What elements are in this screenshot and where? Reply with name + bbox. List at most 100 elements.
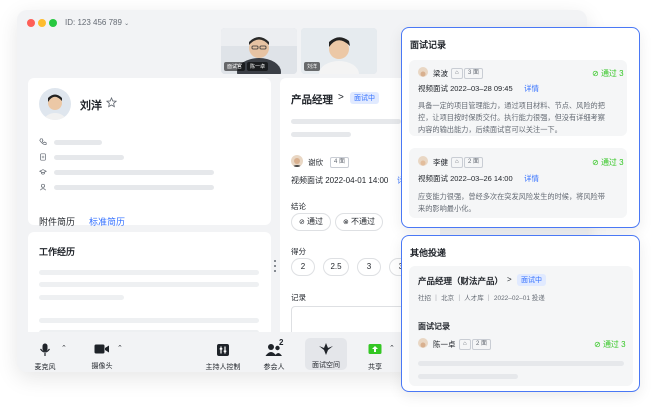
record-status: ⊘ 通过 3	[592, 157, 624, 168]
host-control-icon	[217, 344, 229, 356]
other-panel-title: 其他投递	[410, 248, 447, 258]
record-comment-line: 控，让项目按时保质交付。执行能力很强，但没有详细考察	[418, 113, 605, 122]
interview-record-card[interactable]: 李健 ⌂ 2 面 ⊘ 通过 3 视频面试 2022–03–26 14:00 详情…	[409, 148, 627, 218]
record-comment-line: 来的影响最小化。	[418, 204, 476, 213]
minimize-window-button[interactable]	[38, 19, 46, 27]
score-option-2[interactable]: 2	[291, 258, 315, 276]
candidate-profile-card: 刘洋 附件简历 标准简历	[28, 78, 271, 235]
check-circle-icon: ⊘	[594, 340, 601, 349]
record-time: 视频面试 2022–03–26 14:00	[418, 174, 513, 183]
participants-count: 2	[279, 338, 284, 347]
panel-resize-handle[interactable]	[274, 260, 277, 272]
eval-line-2	[291, 132, 351, 137]
tab-attached-resume[interactable]: 附件简历	[39, 215, 75, 228]
other-record-line-2	[418, 374, 518, 379]
other-record-status: ⊘ 通过 3	[594, 339, 626, 350]
work-experience-title: 工作经历	[39, 247, 76, 257]
score-option-3[interactable]: 3	[357, 258, 381, 276]
other-record-line-1	[418, 361, 624, 366]
graduation-cap-icon	[39, 169, 47, 175]
mic-button[interactable]: 麦克风	[33, 343, 57, 372]
record-comment-line: 应变能力很强，曾经多次在突发风险发生的时候，将风险带	[418, 192, 605, 201]
record-detail-link[interactable]: 详情	[524, 83, 539, 94]
fail-option-label: 不通过	[351, 217, 376, 226]
share-options-chevron-icon[interactable]: ⌃	[389, 344, 395, 352]
interview-records-panel: 面试记录 梁波 ⌂ 3 面 ⊘ 通过 3 视频面试 2022–03–28 09:…	[401, 27, 640, 228]
record-status-text: 通过 3	[600, 158, 624, 167]
mic-options-chevron-icon[interactable]: ⌃	[61, 344, 67, 352]
work-experience-card: 工作经历	[28, 232, 271, 342]
record-interviewer-name: 梁波	[433, 69, 448, 78]
interview-record-card[interactable]: 梁波 ⌂ 3 面 ⊘ 通过 3 视频面试 2022–03–28 09:45 详情…	[409, 60, 627, 136]
record-status-text: 通过 3	[600, 69, 624, 78]
work-line-4	[39, 318, 259, 323]
document-icon	[40, 153, 46, 161]
camera-icon	[94, 344, 109, 354]
camera-button[interactable]: 摄像头	[87, 343, 117, 371]
pass-option[interactable]: ⊘ 通过	[291, 213, 331, 231]
close-window-button[interactable]	[27, 19, 35, 27]
other-record-status-text: 通过 3	[602, 340, 626, 349]
check-circle-icon: ⊘	[298, 219, 305, 226]
share-button[interactable]: 共享	[363, 343, 387, 372]
other-position-title[interactable]: 产品经理（财法产品）	[418, 275, 503, 287]
position-title[interactable]: 产品经理	[291, 92, 333, 107]
mic-label: 麦克风	[34, 364, 56, 371]
pass-option-label: 通过	[307, 217, 324, 226]
other-record-name: 陈一卓	[433, 340, 456, 349]
record-round-badge: 2 面	[464, 157, 484, 168]
chevron-down-icon: ⌄	[124, 21, 130, 27]
other-record-avatar	[418, 338, 428, 348]
x-circle-icon: ⊗	[342, 219, 349, 226]
person-icon	[39, 183, 47, 191]
record-org-badge: ⌂	[451, 68, 463, 79]
position-chevron: >	[338, 92, 344, 103]
record-avatar	[418, 67, 428, 77]
candidate-avatar-image	[44, 94, 66, 120]
share-icon	[368, 344, 382, 354]
participants-button[interactable]: 参会人	[259, 343, 289, 372]
fail-option[interactable]: ⊗ 不通过	[335, 213, 383, 231]
mic-icon	[40, 343, 50, 356]
personal-info-placeholder	[54, 185, 214, 190]
video-tile-interviewer[interactable]: 面试官 陈一卓	[221, 28, 297, 74]
record-comment-line: 内容的输出能力，后续面试官可以关注一下。	[418, 125, 562, 134]
interviewer-role-badge: 面试官	[224, 62, 246, 71]
record-round-badge: 3 面	[464, 68, 484, 79]
other-position-chevron: >	[507, 275, 512, 284]
education-placeholder	[54, 170, 214, 175]
interview-space-label: 面试空间	[312, 362, 340, 369]
interview-schedule: 视频面试 2022-04-01 14:00	[291, 176, 389, 185]
round-badge: 4 面	[330, 157, 350, 168]
other-record-round-badge: 2 面	[472, 339, 492, 350]
video-tile-candidate[interactable]: 刘洋	[301, 28, 377, 74]
record-comment-line: 具备一定的项目管理能力，通过项目材料、节点、风险的把	[418, 101, 605, 110]
other-application-meta: 社招 ｜ 北京 ｜ 人才库 ｜ 2022–02–01 投递	[418, 295, 545, 302]
conclusion-label: 结论	[291, 202, 306, 211]
host-control-button[interactable]: 主持人控制	[203, 343, 243, 372]
participants-label: 参会人	[263, 364, 285, 371]
record-time: 视频面试 2022–03–28 09:45	[418, 84, 513, 93]
other-record-org-badge: ⌂	[459, 339, 471, 350]
document-placeholder	[54, 155, 124, 160]
interviewer-name-label: 陈一卓	[247, 62, 269, 71]
check-circle-icon: ⊘	[592, 158, 599, 167]
notes-label: 记录	[291, 293, 306, 302]
meeting-id[interactable]: ID: 123 456 789 ⌄	[65, 18, 129, 27]
work-line-1	[39, 270, 259, 275]
candidate-name: 刘洋	[80, 100, 102, 112]
phone-icon	[39, 138, 47, 145]
other-status-badge: 面试中	[517, 274, 546, 286]
star-icon[interactable]	[106, 97, 117, 108]
record-detail-link[interactable]: 详情	[524, 173, 539, 184]
interview-space-button[interactable]: 面试空间	[305, 338, 347, 370]
other-application-card[interactable]: 产品经理（财法产品） > 面试中 社招 ｜ 北京 ｜ 人才库 ｜ 2022–02…	[409, 266, 633, 386]
interviewer-avatar	[291, 155, 303, 167]
score-label: 得分	[291, 247, 306, 256]
camera-label: 摄像头	[91, 363, 113, 370]
camera-options-chevron-icon[interactable]: ⌃	[117, 344, 123, 352]
maximize-window-button[interactable]	[49, 19, 57, 27]
score-option-2-5[interactable]: 2.5	[323, 258, 349, 276]
meeting-id-text: ID: 123 456 789	[65, 18, 122, 27]
tab-standard-resume[interactable]: 标准简历	[89, 215, 125, 228]
